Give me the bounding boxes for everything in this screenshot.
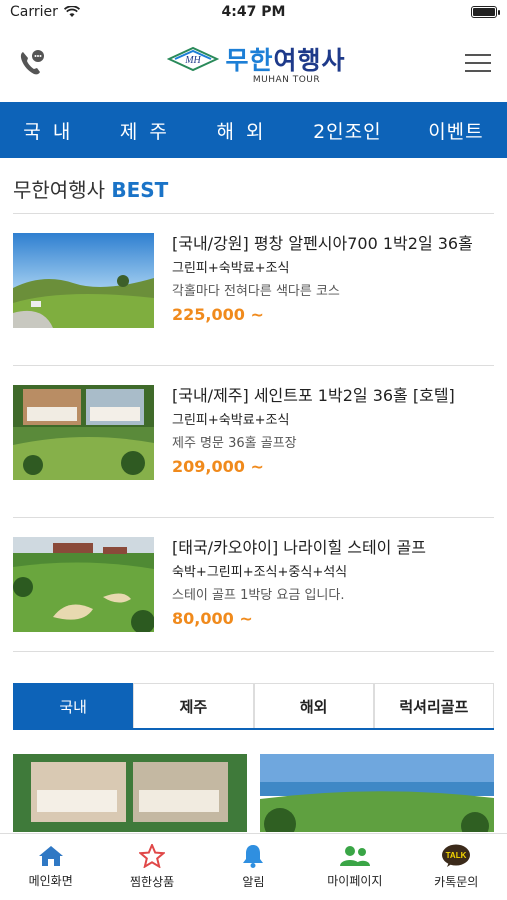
product-item[interactable]: [태국/카오야이] 나라이힐 스테이 골프 숙박+그린피+조식+중식+석식 스테… <box>13 518 494 652</box>
nav-item-jeju[interactable]: 제 주 <box>120 117 170 144</box>
users-icon <box>339 846 370 866</box>
status-bar: Carrier 4:47 PM <box>0 0 507 24</box>
brand-logo[interactable]: MH 무한여행사 MUHAN TOUR <box>167 41 345 85</box>
status-left: Carrier <box>10 4 80 20</box>
tab-jeju[interactable]: 제주 <box>133 683 254 728</box>
logo-wordmark: 무한여행사 <box>225 46 346 75</box>
nav-item-domestic[interactable]: 국 내 <box>23 117 73 144</box>
nav-item-overseas[interactable]: 해 외 <box>216 117 266 144</box>
bottom-nav-mypage[interactable]: 마이페이지 <box>310 845 400 889</box>
product-description: 제주 명문 36홀 골프장 <box>172 436 297 451</box>
bottom-nav-wishlist[interactable]: 찜한상품 <box>107 844 197 890</box>
region-tabs: 국내 제주 해외 럭셔리골프 <box>13 683 494 730</box>
product-price: 209,000 ~ <box>172 457 264 476</box>
bottom-nav-kakaotalk[interactable]: TALK 카톡문의 <box>411 844 501 890</box>
tab-overseas[interactable]: 해외 <box>253 683 374 728</box>
bottom-nav-home[interactable]: 메인화면 <box>6 845 96 889</box>
carrier-label: Carrier <box>10 4 58 20</box>
product-price: 80,000 ~ <box>172 609 253 628</box>
bell-icon <box>243 845 264 868</box>
tab-domestic[interactable]: 국내 <box>13 683 134 728</box>
product-item[interactable]: [국내/제주] 세인트포 1박2일 36홀 [호텔] 그린피+숙박료+조식 제주… <box>13 366 494 518</box>
phone-chat-icon[interactable] <box>16 47 48 79</box>
svg-text:MH: MH <box>185 55 202 66</box>
app-screen: Carrier 4:47 PM MH 무한여행사 MUHAN TOUR 국 내 … <box>0 0 507 900</box>
category-nav: 국 내 제 주 해 외 2인조인 이벤트 <box>0 102 507 158</box>
product-title: [국내/강원] 평창 알펜시아700 1박2일 36홀 <box>172 234 473 253</box>
wifi-icon <box>63 6 80 17</box>
product-item[interactable]: [국내/강원] 평창 알펜시아700 1박2일 36홀 그린피+숙박료+조식 각… <box>13 214 494 366</box>
tab-card-image[interactable] <box>259 754 495 832</box>
app-header: MH 무한여행사 MUHAN TOUR <box>0 24 507 102</box>
product-title: [태국/카오야이] 나라이힐 스테이 골프 <box>172 538 426 557</box>
nav-item-two-join[interactable]: 2인조인 <box>313 117 382 144</box>
tab-card-list <box>13 754 494 832</box>
tab-card-image[interactable] <box>13 754 248 832</box>
product-description: 각홀마다 전혀다른 색다른 코스 <box>172 284 340 299</box>
bottom-nav-alerts[interactable]: 알림 <box>208 844 298 890</box>
star-icon <box>139 844 166 868</box>
product-image <box>13 233 154 328</box>
battery-icon <box>471 6 500 18</box>
bottom-nav: 메인화면 찜한상품 알림 마이페이지 TALK 카톡문의 <box>0 833 507 900</box>
kakaotalk-icon: TALK <box>442 844 471 867</box>
logo-subtitle: MUHAN TOUR <box>252 75 321 85</box>
product-image <box>13 385 154 480</box>
product-includes: 그린피+숙박료+조식 <box>172 261 290 276</box>
home-icon <box>38 846 63 866</box>
logo-diamond-icon: MH <box>167 46 220 72</box>
product-price: 225,000 ~ <box>172 305 264 324</box>
product-includes: 그린피+숙박료+조식 <box>172 413 290 428</box>
best-section-title: 무한여행사 BEST <box>13 158 494 214</box>
tab-luxury-golf[interactable]: 럭셔리골프 <box>373 683 494 728</box>
product-title: [국내/제주] 세인트포 1박2일 36홀 [호텔] <box>172 386 455 405</box>
product-image <box>13 537 154 632</box>
product-includes: 숙박+그린피+조식+중식+석식 <box>172 565 348 580</box>
hamburger-icon[interactable] <box>465 54 491 72</box>
svg-text:TALK: TALK <box>446 851 467 860</box>
product-description: 스테이 골프 1박당 요금 입니다. <box>172 588 345 603</box>
nav-item-event[interactable]: 이벤트 <box>428 117 483 144</box>
